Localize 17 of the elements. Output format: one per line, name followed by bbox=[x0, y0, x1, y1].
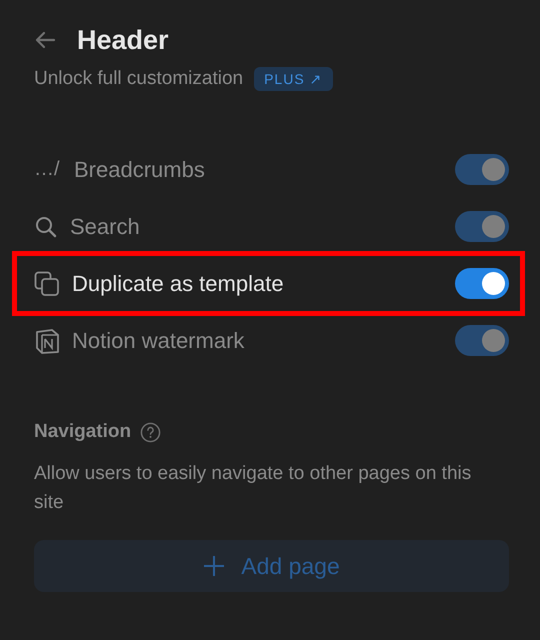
copy-icon bbox=[34, 270, 60, 296]
toggle-switch[interactable] bbox=[455, 268, 509, 299]
option-label: Breadcrumbs bbox=[74, 156, 206, 182]
option-label: Duplicate as template bbox=[72, 270, 285, 296]
subtitle: Unlock full customization bbox=[34, 68, 244, 90]
search-icon bbox=[34, 214, 58, 238]
section-description: Allow users to easily navigate to other pages on this site bbox=[34, 462, 472, 515]
option-label: Notion watermark bbox=[72, 328, 246, 354]
option-label: Search bbox=[70, 214, 141, 240]
plus-icon bbox=[203, 555, 226, 577]
help-icon[interactable] bbox=[140, 422, 162, 442]
cube-logo-icon bbox=[34, 328, 60, 354]
back-arrow-icon[interactable] bbox=[34, 31, 56, 49]
section-title: Navigation bbox=[34, 421, 132, 443]
breadcrumbs-glyph: …/ bbox=[34, 158, 61, 181]
page-title: Header bbox=[77, 24, 169, 56]
plus-badge[interactable]: PLUS ↗ bbox=[254, 67, 333, 91]
